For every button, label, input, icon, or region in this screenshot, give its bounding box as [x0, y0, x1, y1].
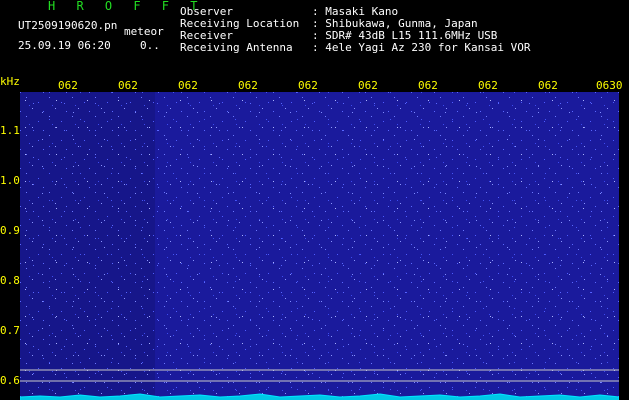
- frequency-unit: kHz: [0, 75, 20, 88]
- spectrogram-noise-fine: [20, 92, 619, 400]
- time-tick-5: 062: [298, 79, 318, 92]
- freq-tick-1-1: 1.1: [0, 124, 20, 137]
- freq-tick-0-6: 0.6: [0, 374, 20, 387]
- freq-tick-0-9: 0.9: [0, 224, 20, 237]
- time-tick-8: 062: [478, 79, 498, 92]
- freq-tick-0-8: 0.8: [0, 274, 20, 287]
- right-border: [619, 76, 629, 400]
- time-tick-6: 062: [358, 79, 378, 92]
- time-tick-9: 062: [538, 79, 558, 92]
- time-axis: [20, 76, 619, 92]
- time-tick-3: 062: [178, 79, 198, 92]
- freq-tick-0-7: 0.7: [0, 324, 20, 337]
- time-tick-10: 0630: [596, 79, 623, 92]
- freq-tick-1-0: 1.0: [0, 174, 20, 187]
- time-tick-7: 062: [418, 79, 438, 92]
- time-tick-4: 062: [238, 79, 258, 92]
- time-tick-2: 062: [118, 79, 138, 92]
- spectrogram: [19, 92, 620, 400]
- time-tick-1: 062: [58, 79, 78, 92]
